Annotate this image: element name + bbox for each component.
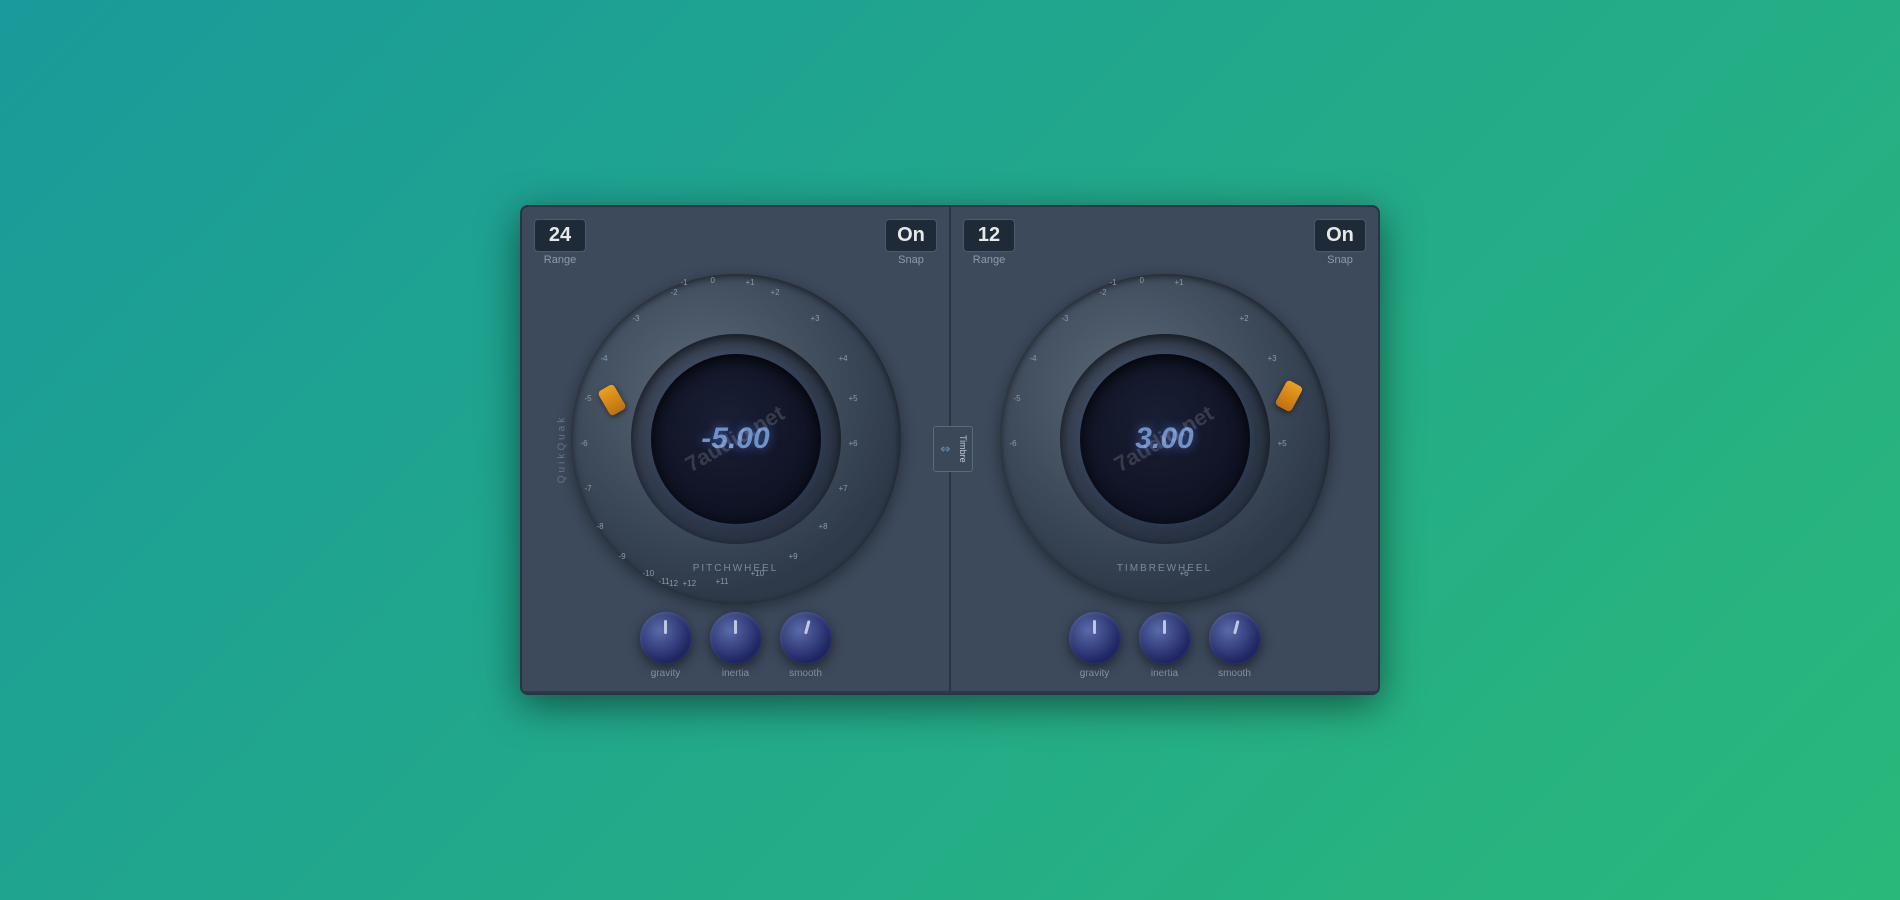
tick-p3: +3 [811, 314, 820, 323]
inertia-group-left: inertia [710, 612, 762, 679]
wheel-display-right: 3.00 7audio.net [1080, 354, 1250, 524]
tick-p9: +9 [789, 552, 798, 561]
tick-p11: +11 [716, 577, 729, 586]
gravity-knob-right[interactable] [1069, 612, 1121, 664]
tick-m6: -6 [581, 439, 588, 448]
tick-m11: -11 [659, 577, 670, 586]
tick-r-m2: -2 [1100, 288, 1107, 297]
inertia-label-right: inertia [1151, 668, 1178, 679]
inertia-knob-right[interactable] [1139, 612, 1191, 664]
tick-m12: -12 [667, 579, 679, 588]
range-value-left[interactable]: 24 [534, 219, 586, 252]
tick-0: 0 [711, 276, 715, 285]
range-group-left: 24 Range [534, 219, 586, 266]
timbre-button[interactable]: Timbre ⇕ [933, 426, 973, 472]
tick-m7: -7 [585, 484, 592, 493]
panel-right-header: 12 Range On Snap [963, 219, 1366, 266]
range-group-right: 12 Range [963, 219, 1015, 266]
snap-group-right: On Snap [1314, 219, 1366, 266]
wheel-label-right: Timbrewheel [1117, 563, 1212, 574]
tick-m9: -9 [619, 552, 626, 561]
pitchwheel[interactable]: 0 +1 -1 +2 +3 +4 +5 +6 +7 +8 +9 +10 +11 … [571, 274, 901, 604]
tick-r-p5: +5 [1278, 439, 1287, 448]
tick-r-m5: -5 [1014, 394, 1021, 403]
tick-m8: -8 [597, 522, 604, 531]
display-value-right: 3.00 [1135, 422, 1193, 456]
display-value-left: -5.00 [701, 422, 769, 456]
smooth-label-right: smooth [1218, 668, 1251, 679]
smooth-knob-left[interactable] [780, 612, 832, 664]
tick-r-p1: +1 [1175, 278, 1184, 287]
snap-group-left: On Snap [885, 219, 937, 266]
tick-r-p3: +3 [1268, 354, 1277, 363]
gravity-knob-left[interactable] [640, 612, 692, 664]
tick-m5: -5 [585, 394, 592, 403]
tick-m3: -3 [633, 314, 640, 323]
tick-m4: -4 [601, 354, 608, 363]
tick-r-p2: +2 [1240, 314, 1249, 323]
timbrewheel[interactable]: 0 +1 -1 +2 +3 +4 +5 +6 -2 -3 -4 -5 -6 [1000, 274, 1330, 604]
panel-left-header: 24 Range On Snap [534, 219, 937, 266]
bottom-bar: MIDI Single mix [522, 691, 1378, 695]
tick-p6: +6 [849, 439, 858, 448]
tick-m1: -1 [681, 278, 688, 287]
tick-r-m4: -4 [1030, 354, 1037, 363]
tick-p2: +2 [771, 288, 780, 297]
tick-r-m3: -3 [1062, 314, 1069, 323]
timbre-panel: 12 Range On Snap 0 +1 -1 +2 +3 +4 [951, 207, 1378, 691]
plugin-title: QuikQuak [557, 415, 568, 483]
inertia-group-right: inertia [1139, 612, 1191, 679]
gravity-label-left: gravity [651, 668, 680, 679]
tick-r-m6: -6 [1010, 439, 1017, 448]
timbre-label: Timbre [958, 435, 968, 463]
pitch-panel: QuikQuak 24 Range On Snap 0 [522, 207, 951, 691]
smooth-group-left: smooth [780, 612, 832, 679]
inertia-knob-left[interactable] [710, 612, 762, 664]
tick-p4: +4 [839, 354, 848, 363]
range-label-right: Range [973, 254, 1005, 266]
range-value-right[interactable]: 12 [963, 219, 1015, 252]
gravity-group-left: gravity [640, 612, 692, 679]
gravity-label-right: gravity [1080, 668, 1109, 679]
tick-p12: +12 [683, 579, 697, 588]
wheel-label-left: Pitchwheel [693, 563, 779, 574]
plugin-main: QuikQuak 24 Range On Snap 0 [520, 205, 1380, 695]
inertia-label-left: inertia [722, 668, 749, 679]
knobs-row-right: gravity inertia smooth [1069, 612, 1261, 679]
timbre-icon: ⇕ [938, 444, 952, 454]
tick-p1: +1 [746, 278, 755, 287]
smooth-label-left: smooth [789, 668, 822, 679]
tick-m2: -2 [671, 288, 678, 297]
snap-label-left: Snap [898, 254, 924, 266]
gravity-group-right: gravity [1069, 612, 1121, 679]
tick-p8: +8 [819, 522, 828, 531]
tick-r-m1: -1 [1110, 278, 1117, 287]
knobs-row-left: gravity inertia smooth [640, 612, 832, 679]
snap-label-right: Snap [1327, 254, 1353, 266]
tick-m10: -10 [643, 569, 655, 578]
range-label-left: Range [544, 254, 576, 266]
smooth-group-right: smooth [1209, 612, 1261, 679]
tick-p7: +7 [839, 484, 848, 493]
tick-p5: +5 [849, 394, 858, 403]
wheel-display-left: -5.00 7audio.net [651, 354, 821, 524]
snap-value-right[interactable]: On [1314, 219, 1366, 252]
snap-value-left[interactable]: On [885, 219, 937, 252]
smooth-knob-right[interactable] [1209, 612, 1261, 664]
tick-r-0: 0 [1140, 276, 1144, 285]
